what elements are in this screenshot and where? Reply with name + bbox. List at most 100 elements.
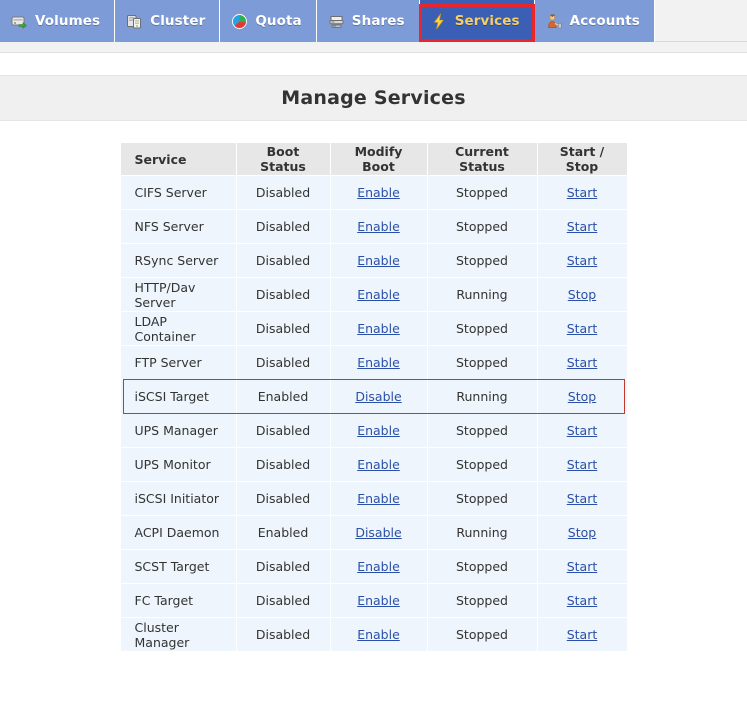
modify-boot-link[interactable]: Enable [357, 355, 400, 370]
table-header-row: Service Boot Status Modify Boot Current … [120, 143, 627, 175]
nav-tab-quota[interactable]: Quota [220, 0, 317, 42]
start-stop-link[interactable]: Start [567, 593, 598, 608]
column-header-modify-boot: Modify Boot [330, 143, 427, 175]
table-row: LDAP Container Disabled Enable Stopped Start [120, 312, 627, 345]
modify-boot-link[interactable]: Enable [357, 321, 400, 336]
modify-boot-link[interactable]: Enable [357, 457, 400, 472]
cell-modify-boot: Disable [330, 516, 427, 549]
cell-modify-boot: Disable [330, 380, 427, 413]
cell-current-status: Stopped [427, 550, 537, 583]
start-stop-link[interactable]: Start [567, 219, 598, 234]
start-stop-link[interactable]: Start [567, 355, 598, 370]
cell-start-stop: Start [537, 550, 627, 583]
modify-boot-link[interactable]: Enable [357, 559, 400, 574]
quota-icon [231, 13, 248, 30]
cell-start-stop: Stop [537, 516, 627, 549]
start-stop-link[interactable]: Start [567, 321, 598, 336]
cell-start-stop: Stop [537, 278, 627, 311]
cell-start-stop: Start [537, 312, 627, 345]
cell-start-stop: Stop [537, 380, 627, 413]
column-header-start-stop: Start / Stop [537, 143, 627, 175]
modify-boot-link[interactable]: Enable [357, 253, 400, 268]
table-row: HTTP/Dav Server Disabled Enable Running Stop [120, 278, 627, 311]
modify-boot-link[interactable]: Enable [357, 627, 400, 642]
column-header-boot-status: Boot Status [236, 143, 330, 175]
shares-icon [328, 13, 345, 30]
start-stop-link[interactable]: Start [567, 457, 598, 472]
start-stop-link[interactable]: Start [567, 559, 598, 574]
cell-current-status: Stopped [427, 414, 537, 447]
cell-modify-boot: Enable [330, 414, 427, 447]
table-row: FTP Server Disabled Enable Stopped Start [120, 346, 627, 379]
start-stop-link[interactable]: Stop [568, 389, 596, 404]
nav-tab-label: Volumes [35, 13, 101, 29]
cell-start-stop: Start [537, 210, 627, 243]
cell-modify-boot: Enable [330, 346, 427, 379]
cell-service-name: FTP Server [120, 346, 236, 379]
services-table: Service Boot Status Modify Boot Current … [120, 142, 628, 652]
cell-boot-status: Disabled [236, 346, 330, 379]
cell-modify-boot: Enable [330, 312, 427, 345]
nav-tab-label: Services [454, 13, 520, 29]
nav-tab-label: Accounts [569, 13, 640, 29]
table-row: NFS Server Disabled Enable Stopped Start [120, 210, 627, 243]
modify-boot-link[interactable]: Enable [357, 593, 400, 608]
modify-boot-link[interactable]: Enable [357, 491, 400, 506]
cell-current-status: Stopped [427, 244, 537, 277]
page-title-band: Manage Services [0, 75, 747, 121]
cell-boot-status: Disabled [236, 414, 330, 447]
nav-tab-shares[interactable]: Shares [316, 0, 420, 42]
modify-boot-link[interactable]: Disable [355, 525, 401, 540]
cell-modify-boot: Enable [330, 278, 427, 311]
cell-current-status: Stopped [427, 482, 537, 515]
modify-boot-link[interactable]: Enable [357, 423, 400, 438]
cell-current-status: Stopped [427, 346, 537, 379]
navbar-filler [654, 0, 747, 42]
start-stop-link[interactable]: Start [567, 185, 598, 200]
modify-boot-link[interactable]: Enable [357, 185, 400, 200]
column-header-current-status: Current Status [427, 143, 537, 175]
table-row: FC Target Disabled Enable Stopped Start [120, 584, 627, 617]
cell-boot-status: Disabled [236, 278, 330, 311]
modify-boot-link[interactable]: Enable [357, 219, 400, 234]
table-row: ACPI Daemon Enabled Disable Running Stop [120, 516, 627, 549]
cell-current-status: Stopped [427, 618, 537, 651]
table-row: RSync Server Disabled Enable Stopped Start [120, 244, 627, 277]
page-title: Manage Services [281, 87, 466, 109]
volumes-icon [11, 13, 28, 30]
table-row: iSCSI Initiator Disabled Enable Stopped Star… [120, 482, 627, 515]
cell-boot-status: Disabled [236, 482, 330, 515]
start-stop-link[interactable]: Stop [568, 525, 596, 540]
start-stop-link[interactable]: Start [567, 423, 598, 438]
content-top-spacer [0, 53, 747, 75]
start-stop-link[interactable]: Start [567, 627, 598, 642]
nav-tab-volumes[interactable]: Volumes [0, 0, 116, 42]
cell-boot-status: Disabled [236, 312, 330, 345]
cell-start-stop: Start [537, 584, 627, 617]
cell-current-status: Stopped [427, 584, 537, 617]
nav-tab-cluster[interactable]: Cluster [115, 0, 221, 42]
nav-tab-accounts[interactable]: Accounts [534, 0, 655, 42]
column-header-service: Service [120, 143, 236, 175]
cell-boot-status: Disabled [236, 618, 330, 651]
modify-boot-link[interactable]: Enable [357, 287, 400, 302]
nav-tab-label: Cluster [150, 13, 206, 29]
table-row: UPS Manager Disabled Enable Stopped Start [120, 414, 627, 447]
nav-tab-services[interactable]: Services [418, 0, 535, 42]
cell-modify-boot: Enable [330, 550, 427, 583]
cell-current-status: Running [427, 380, 537, 413]
cell-boot-status: Enabled [236, 380, 330, 413]
start-stop-link[interactable]: Stop [568, 287, 596, 302]
table-row: CIFS Server Disabled Enable Stopped Start [120, 176, 627, 209]
cell-current-status: Stopped [427, 176, 537, 209]
cell-service-name: UPS Manager [120, 414, 236, 447]
cell-service-name: ACPI Daemon [120, 516, 236, 549]
cell-service-name: HTTP/Dav Server [120, 278, 236, 311]
cell-start-stop: Start [537, 346, 627, 379]
cell-modify-boot: Enable [330, 618, 427, 651]
cell-service-name: Cluster Manager [120, 618, 236, 651]
modify-boot-link[interactable]: Disable [355, 389, 401, 404]
cell-service-name: iSCSI Target [120, 380, 236, 413]
start-stop-link[interactable]: Start [567, 253, 598, 268]
start-stop-link[interactable]: Start [567, 491, 598, 506]
